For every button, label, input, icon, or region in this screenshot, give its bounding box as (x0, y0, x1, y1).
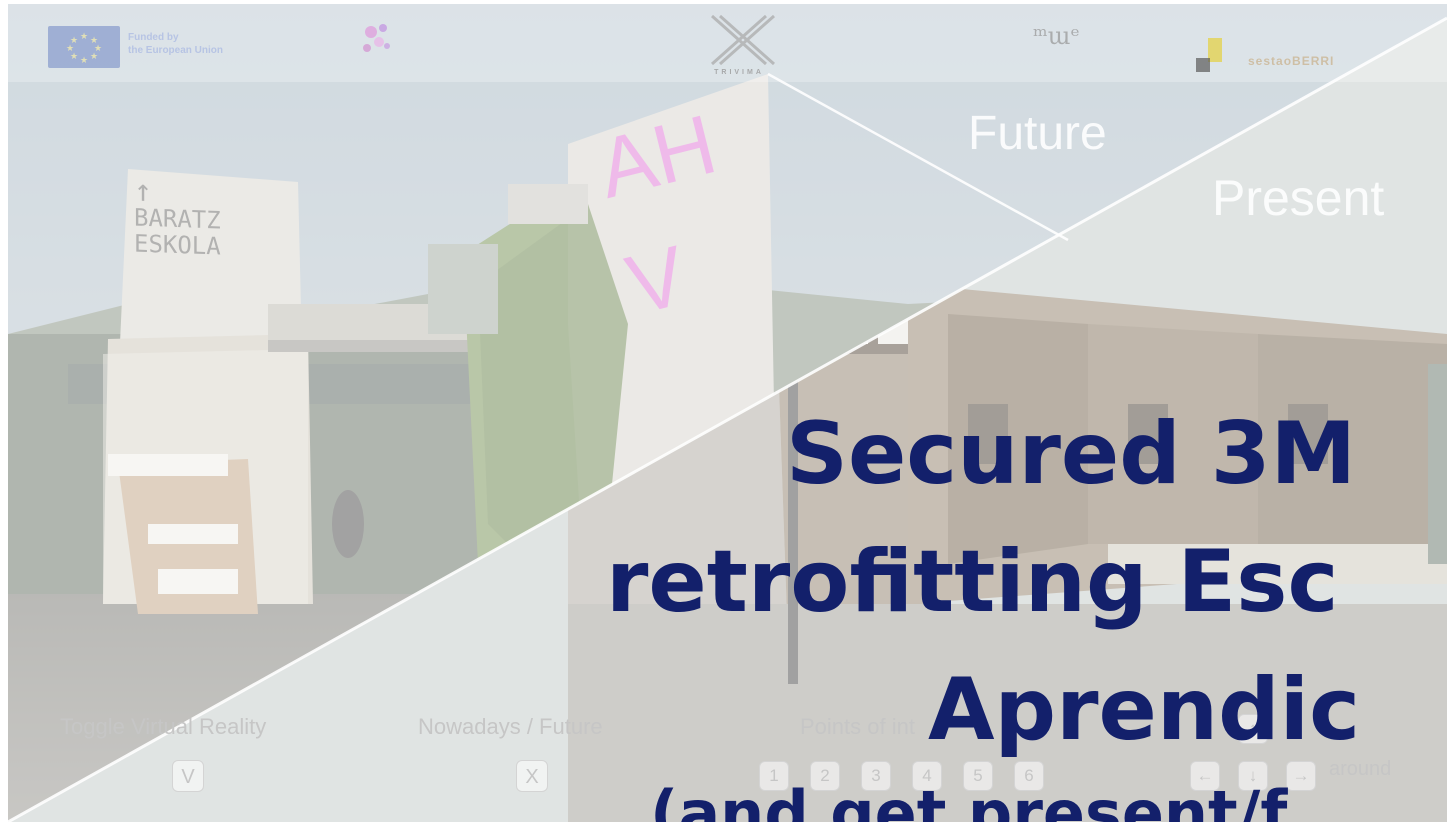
trivima-logo: TRIVIMA (698, 12, 780, 78)
future-label: Future (968, 107, 1107, 160)
time-toggle-label: Nowadays / Future (418, 714, 603, 739)
headline-line-3: Aprendic (928, 660, 1361, 760)
headline-line-4: (and get present/f (650, 777, 1288, 822)
vr-toggle-key[interactable]: V (172, 760, 204, 792)
present-label: Present (1212, 170, 1385, 226)
sestao-mark-icon (1196, 38, 1222, 72)
logo-bar: ★ ★ ★ ★ ★ ★ ★ ★ Funded by the European U… (8, 4, 1447, 82)
arrow-right-key[interactable]: → (1286, 761, 1316, 791)
partner-logo-icon (363, 24, 390, 52)
sign-baratz-eskola: ↑ BARATZ ESKOLA (134, 173, 221, 261)
viewer-frame[interactable]: ↑ BARATZ ESKOLA AH V ★ ★ ★ ★ ★ ★ ★ ★ Fun… (8, 4, 1447, 822)
mue-logo: ᵐɯᵉ (1033, 22, 1080, 50)
eu-funding-text: Funded by the European Union (128, 31, 223, 57)
points-of-interest-label: Points of int (800, 714, 915, 739)
eu-line-2: the European Union (128, 45, 223, 56)
eu-line-1: Funded by (128, 32, 179, 43)
sign-line-2: ESKOLA (134, 229, 221, 261)
trivima-mark-icon (711, 14, 775, 66)
trivima-wordmark: TRIVIMA (714, 69, 764, 76)
time-toggle-key[interactable]: X (516, 760, 548, 792)
eu-flag-icon: ★ ★ ★ ★ ★ ★ ★ ★ (48, 26, 120, 68)
sestao-wordmark: sestaoBERRI (1248, 54, 1335, 68)
vr-toggle-label: Toggle Virtual Reality (60, 714, 267, 739)
headline-line-2: retrofitting Esc (606, 532, 1339, 632)
headline-line-1: Secured 3M (786, 404, 1357, 504)
